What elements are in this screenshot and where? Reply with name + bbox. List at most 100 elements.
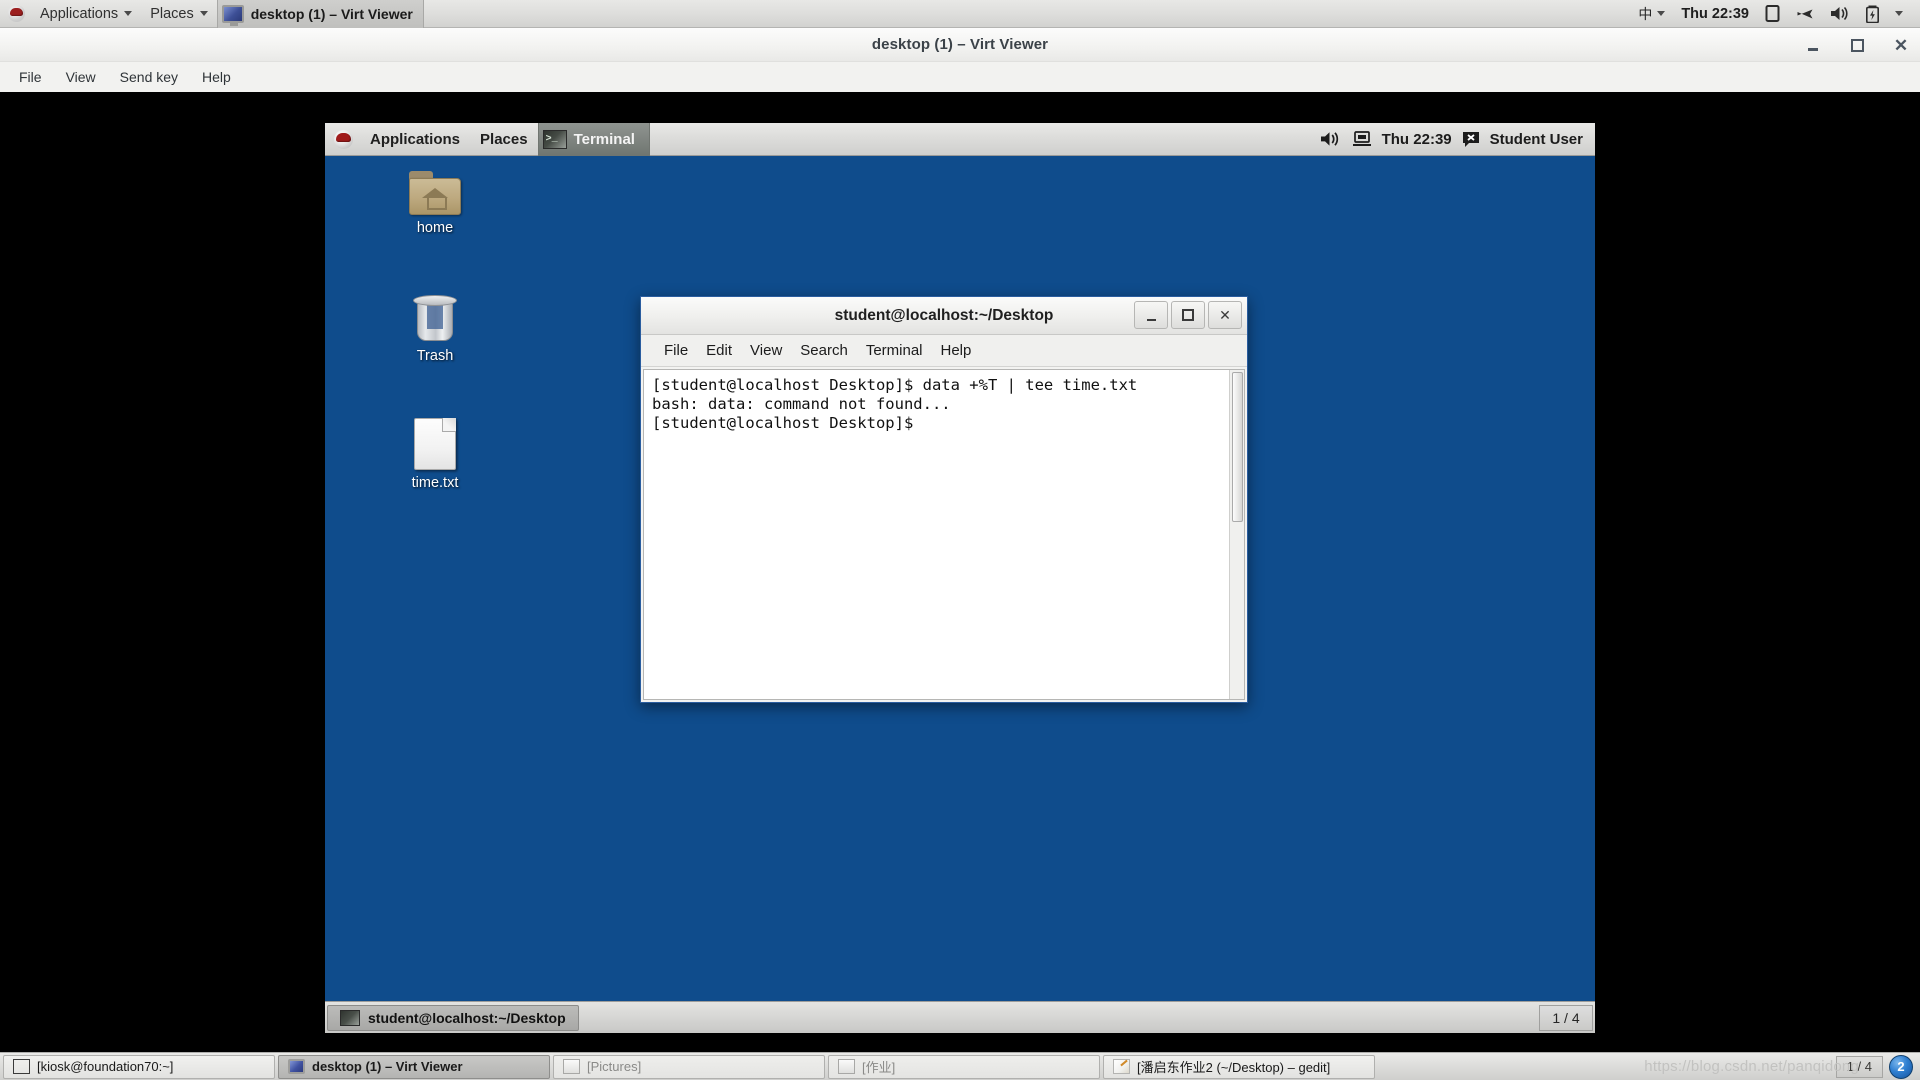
virt-viewer-canvas: Applications Places >_ Terminal Thu 22:3…	[0, 92, 1920, 1052]
guest-desktop: Applications Places >_ Terminal Thu 22:3…	[325, 123, 1595, 1033]
host-panel-tray: 中 Thu 22:39	[1631, 0, 1920, 27]
virt-menu-help[interactable]: Help	[191, 65, 242, 89]
host-taskbar-item-virt-viewer-label: desktop (1) – Virt Viewer	[312, 1059, 463, 1074]
terminal-menu-search[interactable]: Search	[791, 339, 857, 362]
terminal-menu-view[interactable]: View	[741, 339, 791, 362]
host-taskbar-item-homework-label: [作业]	[862, 1060, 896, 1075]
guest-clock[interactable]: Thu 22:39	[1382, 131, 1452, 148]
terminal-menu-terminal[interactable]: Terminal	[857, 339, 932, 362]
airplane-mode-icon[interactable]	[1789, 0, 1821, 28]
host-menu-places[interactable]: Places	[141, 0, 217, 28]
display-icon[interactable]	[1758, 0, 1787, 28]
host-taskbar-item-pictures[interactable]: [Pictures]	[553, 1054, 825, 1079]
gedit-icon	[1113, 1059, 1130, 1074]
terminal-body[interactable]: [student@localhost Desktop]$ data +%T | …	[643, 369, 1245, 700]
desktop-icon-home-label: home	[416, 220, 454, 236]
terminal-menu-edit[interactable]: Edit	[697, 339, 741, 362]
host-menu-places-label: Places	[150, 5, 194, 22]
guest-window-button-terminal[interactable]: >_ Terminal	[537, 123, 650, 156]
chevron-down-icon	[1895, 11, 1903, 16]
host-taskbar-item-homework[interactable]: [作业]	[828, 1054, 1100, 1079]
tray-chevron-down-icon[interactable]	[1888, 0, 1910, 28]
virt-maximize-button[interactable]	[1846, 34, 1868, 56]
host-top-panel: Applications Places desktop (1) – Virt V…	[0, 0, 1920, 28]
guest-top-panel: Applications Places >_ Terminal Thu 22:3…	[325, 123, 1595, 156]
redhat-logo-icon[interactable]	[334, 129, 353, 149]
watermark-text: https://blog.csdn.net/panqidong	[1644, 1057, 1859, 1075]
desktop-icon-time-txt[interactable]: time.txt	[387, 418, 483, 491]
host-taskbar-item-kiosk-terminal-label: [kiosk@foundation70:~]	[37, 1059, 174, 1074]
host-taskbar-item-gedit-label: [潘启东作业2 (~/Desktop) – gedit]	[1137, 1060, 1331, 1075]
guest-menu-applications[interactable]: Applications	[360, 123, 470, 156]
terminal-output[interactable]: [student@localhost Desktop]$ data +%T | …	[644, 370, 1229, 699]
terminal-minimize-button[interactable]	[1134, 301, 1168, 329]
virt-menu-view[interactable]: View	[55, 65, 107, 89]
volume-icon[interactable]	[1823, 0, 1857, 28]
terminal-menu-help[interactable]: Help	[932, 339, 981, 362]
guest-taskbar: student@localhost:~/Desktop 1 / 4	[325, 1001, 1595, 1033]
virt-menu-file[interactable]: File	[8, 65, 53, 89]
host-menu-applications-label: Applications	[40, 5, 119, 22]
terminal-menu-file[interactable]: File	[655, 339, 697, 362]
host-panel-left: Applications Places desktop (1) – Virt V…	[0, 0, 424, 28]
terminal-scrollbar[interactable]	[1229, 370, 1244, 699]
input-method-indicator[interactable]: 中	[1631, 0, 1672, 28]
terminal-maximize-button[interactable]	[1171, 301, 1205, 329]
redhat-logo-icon[interactable]	[8, 5, 25, 22]
guest-panel-tray: Thu 22:39 Student User	[1320, 123, 1595, 155]
battery-icon[interactable]	[1859, 0, 1886, 28]
guest-menu-places[interactable]: Places	[470, 123, 538, 156]
chevron-down-icon	[1657, 11, 1666, 16]
terminal-window-controls: ✕	[1134, 301, 1242, 329]
guest-user-menu[interactable]: Student User	[1490, 131, 1583, 148]
desktop-icon-trash[interactable]: Trash	[387, 295, 483, 364]
host-workspace-switcher[interactable]: 1 / 4	[1835, 1055, 1883, 1078]
terminal-icon	[340, 1009, 360, 1026]
guest-taskbar-item-label: student@localhost:~/Desktop	[368, 1009, 566, 1026]
chevron-down-icon	[199, 11, 208, 16]
virt-viewer-window: desktop (1) – Virt Viewer ✕ File View Se…	[0, 28, 1920, 1052]
virt-menu-send-key[interactable]: Send key	[109, 65, 189, 89]
terminal-titlebar[interactable]: student@localhost:~/Desktop ✕	[641, 297, 1247, 335]
host-window-button-label: desktop (1) – Virt Viewer	[250, 5, 413, 22]
desktop-icon-home[interactable]: home	[387, 171, 483, 236]
virt-viewer-menubar: File View Send key Help	[0, 62, 1920, 92]
host-taskbar: [kiosk@foundation70:~] desktop (1) – Vir…	[0, 1052, 1920, 1080]
notification-badge[interactable]: 2	[1889, 1054, 1913, 1079]
guest-window-button-label: Terminal	[573, 130, 635, 148]
virt-close-button[interactable]: ✕	[1890, 34, 1912, 56]
host-taskbar-right: https://blog.csdn.net/panqidong 1 / 4 2	[1644, 1054, 1917, 1079]
guest-workspace-switcher[interactable]: 1 / 4	[1539, 1004, 1593, 1031]
terminal-scrollbar-thumb[interactable]	[1232, 372, 1243, 522]
host-clock[interactable]: Thu 22:39	[1674, 0, 1756, 28]
desktop-icon-time-txt-label: time.txt	[411, 475, 459, 491]
network-icon[interactable]	[1352, 130, 1372, 148]
terminal-close-button[interactable]: ✕	[1208, 301, 1242, 329]
input-method-label: 中	[1638, 5, 1653, 22]
host-taskbar-item-pictures-label: [Pictures]	[587, 1059, 642, 1074]
archive-icon	[838, 1059, 855, 1074]
terminal-icon	[13, 1059, 30, 1074]
chevron-down-icon	[124, 11, 133, 16]
virt-viewer-titlebar[interactable]: desktop (1) – Virt Viewer ✕	[0, 28, 1920, 62]
terminal-icon: >_	[542, 129, 567, 149]
host-window-button-virt-viewer[interactable]: desktop (1) – Virt Viewer	[216, 0, 424, 28]
guest-taskbar-item-terminal[interactable]: student@localhost:~/Desktop	[327, 1004, 579, 1031]
monitor-icon	[288, 1059, 305, 1074]
host-taskbar-item-virt-viewer[interactable]: desktop (1) – Virt Viewer	[278, 1054, 550, 1079]
archive-icon	[563, 1059, 580, 1074]
host-taskbar-item-gedit[interactable]: [潘启东作业2 (~/Desktop) – gedit]	[1103, 1054, 1375, 1079]
volume-icon[interactable]	[1320, 130, 1342, 148]
home-folder-icon	[409, 171, 461, 215]
trash-icon	[413, 295, 457, 343]
virt-viewer-window-controls: ✕	[1802, 28, 1912, 62]
virt-minimize-button[interactable]	[1802, 34, 1824, 56]
terminal-menubar: File Edit View Search Terminal Help	[641, 335, 1247, 367]
message-icon[interactable]	[1462, 131, 1480, 148]
virt-viewer-title: desktop (1) – Virt Viewer	[871, 36, 1049, 53]
gnome-terminal-window: student@localhost:~/Desktop ✕ File Edit …	[640, 296, 1248, 703]
monitor-icon	[221, 4, 244, 26]
host-taskbar-item-kiosk-terminal[interactable]: [kiosk@foundation70:~]	[3, 1054, 275, 1079]
host-menu-applications[interactable]: Applications	[31, 0, 141, 28]
text-file-icon	[414, 418, 456, 470]
